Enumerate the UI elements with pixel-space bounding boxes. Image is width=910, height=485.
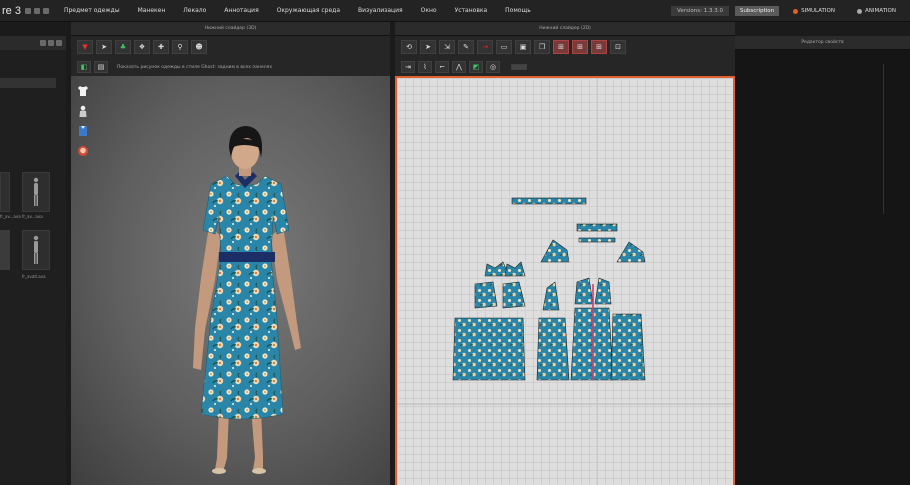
- shirt-icon[interactable]: [76, 84, 90, 98]
- copy-pattern-icon[interactable]: ▣: [515, 40, 531, 54]
- library-panel: fr_av...ava fr_av...ava fr_avatl.ava: [0, 36, 66, 485]
- fold-tool-icon[interactable]: ❖: [134, 40, 150, 54]
- viewport3d-subtoolbar: ◧ ▤ Показать рисунок одежды в стиле Ghos…: [71, 58, 390, 76]
- animation-icon: [856, 8, 862, 14]
- avatar-icon[interactable]: [76, 104, 90, 118]
- pin-tool-icon[interactable]: ⚲: [172, 40, 188, 54]
- symmetry-icon[interactable]: ⊞: [572, 40, 588, 54]
- property-editor-panel: Редактор свойств: [735, 36, 910, 485]
- thumbnail-label: fr_av...ava: [22, 214, 43, 219]
- property-scrollbar[interactable]: [883, 64, 884, 214]
- seam-tool-icon[interactable]: ⇥: [401, 61, 415, 73]
- library-header: [0, 36, 66, 50]
- ghost-view-icon[interactable]: ◧: [77, 61, 91, 73]
- viewport3d-toolbar: ▼ ➤ ♣ ❖ ✚ ⚲ ☻: [71, 36, 390, 58]
- segment-tool-icon[interactable]: ▭: [496, 40, 512, 54]
- mirror-pattern-icon[interactable]: ⊞: [553, 40, 569, 54]
- menu-help[interactable]: Помощь: [496, 7, 540, 14]
- library-path-field[interactable]: [0, 78, 56, 88]
- viewport2d-toolbar: ⟲ ➤ ⇲ ✎ ⇢ ▭ ▣ ❒ ⊞ ⊞ ⊞ ⊡: [395, 36, 735, 58]
- menu-settings[interactable]: Установка: [446, 7, 497, 14]
- animation-button[interactable]: ANIMATION: [849, 6, 904, 16]
- simulation-button[interactable]: SIMULATION: [785, 6, 843, 16]
- viewport-3d[interactable]: [71, 76, 390, 485]
- undo-icon[interactable]: ⟲: [401, 40, 417, 54]
- viewport2d-title: Нижний слайдер (2D): [539, 26, 591, 31]
- viewport2d-subtoolbar: ⇥ ⌇ ⌐ ⋀ ◩ ◎: [395, 58, 735, 76]
- viewport-2d[interactable]: [395, 76, 735, 485]
- simulation-icon: [793, 8, 799, 14]
- thumbnail-avatar[interactable]: [22, 172, 50, 212]
- animation-label: ANIMATION: [864, 8, 896, 14]
- select-tool-icon[interactable]: ➤: [96, 40, 112, 54]
- thumbnail-avatar[interactable]: [22, 230, 50, 270]
- simulation-label: SIMULATION: [801, 8, 835, 14]
- viewport3d-header: Нижний слайдер (3D): [71, 22, 390, 36]
- open-file-icon[interactable]: [33, 7, 40, 14]
- fold-line-icon[interactable]: ⌐: [435, 61, 449, 73]
- list-view-icon[interactable]: [48, 40, 54, 46]
- clothes-icon[interactable]: [76, 124, 90, 138]
- pattern-canvas[interactable]: [397, 78, 733, 485]
- avatar-silhouette-icon: [33, 177, 39, 206]
- garment-icon[interactable]: ❒: [534, 40, 550, 54]
- property-editor-header: Редактор свойств: [735, 36, 910, 50]
- viewport3d-title: Нижний слайдер (3D): [204, 26, 257, 31]
- top-right-controls: Versions: 1.3.3.0 Subscription SIMULATIO…: [671, 0, 910, 22]
- zoom-slider[interactable]: [511, 64, 527, 70]
- edit-point-icon[interactable]: ✎: [458, 40, 474, 54]
- toolbar-hint: Показать рисунок одежды в стиле Ghost: з…: [117, 64, 273, 70]
- menu-annotation[interactable]: Аннотация: [215, 7, 267, 14]
- select-pattern-icon[interactable]: ➤: [420, 40, 436, 54]
- button-tool-icon[interactable]: ◎: [486, 61, 500, 73]
- thumbnail-avatar[interactable]: [0, 230, 10, 270]
- shirt-tool-icon[interactable]: ♣: [115, 40, 131, 54]
- rectangle-tool-icon[interactable]: ⊞: [591, 40, 607, 54]
- quick-icons: [24, 7, 49, 14]
- grid-tool-icon[interactable]: ⊡: [610, 40, 626, 54]
- avatar-silhouette-icon: [33, 235, 39, 264]
- head-icon[interactable]: [76, 144, 90, 158]
- viewport2d-header: Нижний слайдер (2D): [395, 22, 735, 36]
- avatar-model[interactable]: [171, 118, 321, 485]
- texture-tool-icon[interactable]: ◩: [469, 61, 483, 73]
- subscription-status[interactable]: Subscription: [734, 6, 780, 16]
- grid-view-icon[interactable]: [40, 40, 46, 46]
- new-file-icon[interactable]: [24, 7, 31, 14]
- version-label: Versions: 1.3.3.0: [671, 6, 729, 16]
- avatar-tool-icon[interactable]: ☻: [191, 40, 207, 54]
- menu-window[interactable]: Окно: [412, 7, 446, 14]
- sewing-tool-icon[interactable]: ⇢: [477, 40, 493, 54]
- menu-pattern[interactable]: Лекало: [174, 7, 215, 14]
- thumbnail-avatar[interactable]: [0, 172, 10, 212]
- transform-pattern-icon[interactable]: ⇲: [439, 40, 455, 54]
- thumbnail-label: fr_avatl.ava: [22, 274, 46, 279]
- viewport-side-icons: [76, 84, 90, 158]
- folder-icon[interactable]: [56, 40, 62, 46]
- notch-tool-icon[interactable]: ⌇: [418, 61, 432, 73]
- save-file-icon[interactable]: [42, 7, 49, 14]
- layer-view-icon[interactable]: ▤: [94, 61, 108, 73]
- menu-environment[interactable]: Окружающая среда: [268, 7, 349, 14]
- tack-tool-icon[interactable]: ✚: [153, 40, 169, 54]
- arrow-down-icon[interactable]: ▼: [77, 40, 93, 54]
- thumbnail-label: fr_av...ava: [0, 214, 21, 219]
- menu-render[interactable]: Визуализация: [349, 7, 412, 14]
- menu-bar: re 3 Предмет одежды Манекен Лекало Аннот…: [0, 0, 910, 22]
- dart-tool-icon[interactable]: ⋀: [452, 61, 466, 73]
- menu-garment[interactable]: Предмет одежды: [55, 7, 129, 14]
- menu-avatar[interactable]: Манекен: [129, 7, 175, 14]
- property-editor-title: Редактор свойств: [801, 40, 844, 45]
- app-logo: re 3: [2, 4, 21, 17]
